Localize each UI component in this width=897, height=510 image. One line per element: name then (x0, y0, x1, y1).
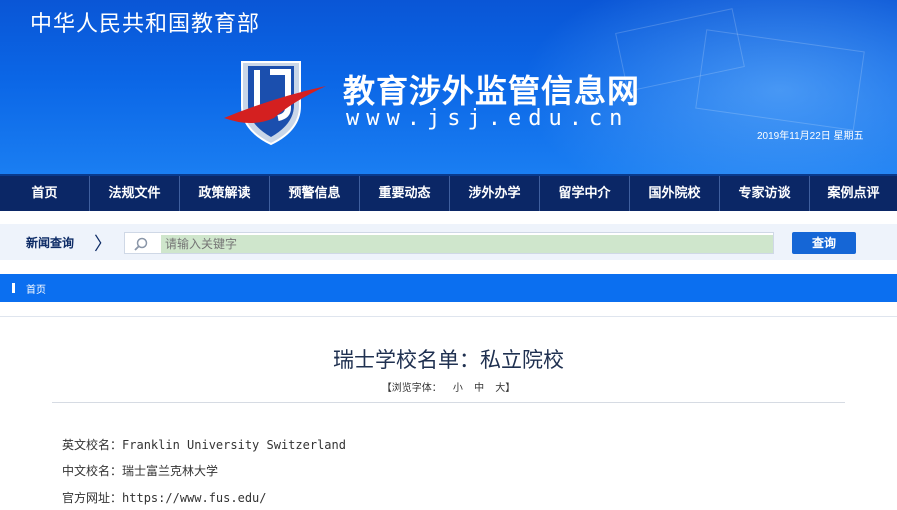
search-button[interactable]: 查询 (792, 232, 856, 254)
font-small-link[interactable]: 小 (453, 383, 463, 394)
site-url: www.jsj.edu.cn (346, 106, 630, 131)
chinese-name-line: 中文校名：瑞士富兰克林大学 (62, 462, 218, 479)
nav-item-cases[interactable]: 案例点评 (810, 176, 897, 211)
english-name-line: 英文校名：Franklin University Switzerland (62, 436, 346, 453)
nav-item-news[interactable]: 重要动态 (360, 176, 450, 211)
ministry-name[interactable]: 中华人民共和国教育部 (30, 6, 260, 38)
website-line: 官方网址：https://www.fus.edu/ (62, 489, 267, 506)
chevron-right-icon: 〉 (94, 234, 112, 255)
chinese-name-value: 瑞士富兰克林大学 (122, 464, 219, 478)
chinese-name-key: 中文校名： (62, 464, 123, 478)
article-title: 瑞士学校名单：私立院校 (333, 348, 564, 372)
english-name-key: 英文校名： (62, 438, 123, 452)
divider (0, 316, 897, 317)
nav-item-home[interactable]: 首页 (0, 176, 90, 211)
font-medium-link[interactable]: 中 (474, 383, 484, 394)
font-size-selector: 【浏览字体： 小 中 大】 (0, 379, 897, 394)
english-name-value: Franklin University Switzerland (122, 438, 346, 452)
breadcrumb-home-link[interactable]: 首页 (26, 281, 46, 296)
nav-item-regulations[interactable]: 法规文件 (90, 176, 180, 211)
website-key: 官方网址： (62, 491, 123, 505)
search-icon[interactable] (133, 236, 149, 252)
font-size-label: 【浏览字体： (381, 383, 442, 394)
font-large-link[interactable]: 大】 (495, 383, 515, 394)
article-divider (52, 402, 845, 403)
jsj-logo-icon[interactable] (222, 58, 332, 146)
breadcrumb-marker (12, 283, 15, 293)
search-box[interactable] (124, 232, 774, 254)
search-input[interactable] (161, 235, 773, 253)
news-search-label: 新闻查询 (26, 236, 75, 250)
nav-item-interviews[interactable]: 专家访谈 (720, 176, 810, 211)
nav-item-foreign-schools[interactable]: 国外院校 (630, 176, 720, 211)
current-date: 2019年11月22日 星期五 (757, 131, 864, 142)
breadcrumb: 首页 (0, 274, 897, 302)
nav-item-warnings[interactable]: 预警信息 (270, 176, 360, 211)
main-nav: 首页 法规文件 政策解读 预警信息 重要动态 涉外办学 留学中介 国外院校 专家… (0, 174, 897, 211)
header-banner: 中华人民共和国教育部 教育涉外监管信息网 www.jsj.edu.cn 2019… (0, 0, 897, 174)
news-search-bar: 新闻查询 〉 查询 (0, 224, 897, 260)
nav-item-policy[interactable]: 政策解读 (180, 176, 270, 211)
website-link[interactable]: https://www.fus.edu/ (122, 491, 267, 505)
nav-item-cooperation[interactable]: 涉外办学 (450, 176, 540, 211)
nav-item-agencies[interactable]: 留学中介 (540, 176, 630, 211)
